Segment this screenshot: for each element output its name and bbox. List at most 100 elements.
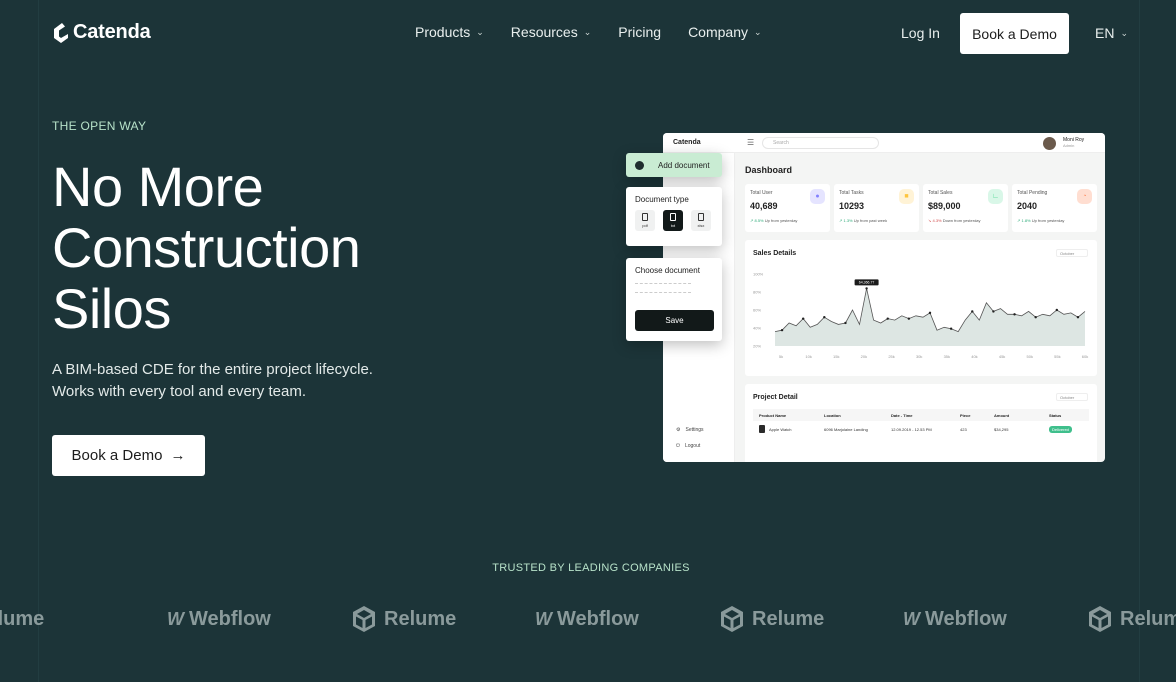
webflow-logo: W Webflow [535, 603, 639, 635]
menu-products[interactable]: Products ⌄ [415, 24, 484, 40]
menu-company[interactable]: Company ⌄ [688, 24, 761, 40]
sales-point [1055, 308, 1059, 312]
arrow-right-icon: → [170, 447, 186, 464]
webflow-icon: W [167, 608, 184, 629]
stat-card-trend: ↗ 8.5% Up from yesterday [750, 218, 825, 223]
sales-month-select: October [1056, 249, 1088, 257]
sales-point [801, 317, 805, 320]
y-tick-label: 100% [753, 272, 764, 277]
sales-chart: 100% 80% 60% 40% 20% 5k 10k 15k 20k 25k 30k 35k 40k 4… [753, 272, 1088, 360]
table-header: Product Name Location Date - Time Piece … [753, 409, 1089, 421]
logo-text: Relume [1120, 607, 1176, 630]
choose-document-card: Choose document Save [626, 258, 722, 341]
menu-resources[interactable]: Resources ⌄ [511, 24, 591, 40]
table-cell: 12.09.2019 - 12.53 PM [891, 426, 932, 432]
document-icon [635, 160, 644, 170]
menu-pricing[interactable]: Pricing [618, 24, 661, 40]
x-tick-label: 15k [833, 354, 839, 359]
stat-card-trend-value: 1.8% [1021, 218, 1031, 223]
relume-icon [1089, 606, 1111, 632]
project-detail-panel: Project Detail October Product Name Loca… [745, 384, 1097, 462]
logo-text: Webflow [557, 607, 639, 630]
book-demo-button[interactable]: Book a Demo [960, 13, 1069, 54]
dashboard-mockup: Catenda ☰ Search Moni Roy Admin ⚙ Settings… [663, 133, 1105, 462]
sales-area [775, 288, 1085, 346]
sales-point [1076, 316, 1080, 319]
mockup-user: Moni Roy Admin [1063, 137, 1084, 149]
hamburger-icon: ☰ [747, 138, 755, 147]
sales-point [949, 327, 953, 330]
users-icon: ● [810, 189, 825, 204]
stat-card-trend-text: Down from yesterday [942, 218, 981, 223]
add-document-label: Add document [658, 160, 710, 170]
sales-point [1034, 316, 1037, 319]
chevron-down-icon: ⌄ [753, 26, 762, 37]
x-tick-label: 30k [916, 354, 922, 359]
mockup-topbar: Catenda ☰ Search Moni Roy Admin [663, 133, 1105, 153]
file-type-label: xlsx [697, 223, 705, 228]
table-header-cell: Date - Time [891, 412, 913, 418]
logo-text: Webflow [925, 607, 1007, 630]
stat-card-pending: Total Pending 2040 ↗ 1.8% Up from yester… [1012, 184, 1097, 232]
document-type-card: Document type pdf txt xlsx [626, 187, 722, 246]
table-cell: Apple Watch [759, 425, 824, 433]
webflow-icon: W [535, 608, 552, 629]
login-link[interactable]: Log In [901, 25, 940, 41]
hero-book-demo-button[interactable]: Book a Demo → [52, 435, 205, 476]
chevron-down-icon: ⌄ [583, 26, 592, 37]
x-tick-label: 40k [971, 354, 977, 359]
sales-point [928, 311, 932, 315]
hero-subtitle: A BIM-based CDE for the entire project l… [52, 359, 412, 403]
sales-tooltip: 64,366.77 [859, 281, 875, 285]
sales-point [844, 321, 847, 325]
catenda-logo-icon [54, 22, 68, 43]
mockup-brand: Catenda [673, 139, 701, 146]
add-document-card: Add document [626, 153, 722, 177]
y-tick-label: 20% [753, 344, 761, 349]
stat-card-sales: Total Sales $89,000 ↘ 4.3% Down from yes… [923, 184, 1008, 232]
hero-eyebrow: THE OPEN WAY [52, 119, 147, 133]
relume-logo: Relume [720, 603, 824, 635]
sales-point [1013, 313, 1016, 316]
mockup-settings-label: Settings [685, 427, 704, 433]
sales-point [907, 317, 911, 320]
box-icon: ■ [899, 189, 914, 204]
file-icon [670, 213, 676, 221]
x-tick-label: 5k [779, 354, 783, 359]
trend-down-icon: ↘ [928, 218, 932, 223]
sales-point [780, 328, 784, 332]
x-tick-label: 55k [1054, 354, 1060, 359]
watch-icon [759, 425, 765, 433]
logo-text: Webflow [189, 607, 271, 630]
stat-cards: Total User 40,689 ↗ 8.5% Up from yesterd… [745, 184, 1097, 232]
table-header-cell: Status [1049, 412, 1062, 418]
hero-headline: No More Construction Silos [52, 155, 361, 340]
x-tick-label: 10k [805, 354, 811, 359]
table-header-cell: Location [824, 412, 841, 418]
logo-strip: Relume WWebflow Relume WWebflow Relume W… [0, 603, 1176, 635]
main-menu: Products ⌄ Resources ⌄ Pricing Company ⌄ [415, 24, 762, 40]
relume-icon [353, 606, 375, 632]
project-month-select: October [1056, 393, 1088, 401]
mockup-main: Dashboard Total User 40,689 ↗ 8.5% Up fr… [745, 153, 1097, 462]
table-cell-text: Apple Watch [769, 426, 792, 432]
mockup-user-role: Admin [1063, 143, 1075, 148]
x-tick-label: 35k [944, 354, 950, 359]
choose-document-title: Choose document [635, 266, 700, 275]
mockup-logout-label: Logout [684, 443, 701, 449]
hero-cta-label: Book a Demo [71, 447, 163, 464]
hero-subtitle-line-2: Works with every tool and every team. [52, 383, 306, 400]
save-button: Save [635, 310, 714, 331]
sales-point [886, 317, 889, 320]
relume-logo: Relume [1088, 603, 1176, 635]
menu-pricing-label: Pricing [618, 24, 662, 40]
language-selector[interactable]: EN ⌄ [1095, 25, 1128, 41]
file-type-pdf: pdf [635, 210, 655, 231]
sales-point [823, 316, 826, 319]
mockup-search: Search [762, 137, 879, 149]
stat-card-trend-text: Up from past week [853, 218, 888, 223]
clock-icon: ◔ [1077, 189, 1092, 204]
stat-card-trend: ↗ 1.8% Up from yesterday [1017, 218, 1092, 223]
gear-icon: ⚙ [676, 427, 681, 433]
logo[interactable]: Catenda [52, 21, 151, 44]
